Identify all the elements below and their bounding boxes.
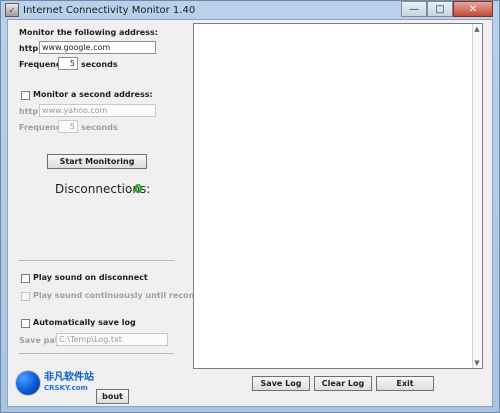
client-area: Monitor the following address: http:// w… [7, 19, 493, 407]
secondary-enable-checkbox[interactable] [21, 91, 30, 100]
secondary-address-input[interactable]: www.yahoo.com [39, 104, 156, 117]
watermark-en: CRSKY.com [44, 384, 88, 392]
disconnections-count: 0 [134, 182, 143, 196]
primary-monitor-label: Monitor the following address: [19, 28, 158, 37]
auto-save-log-label: Automatically save log [33, 318, 136, 327]
primary-address-input[interactable]: www.google.com [39, 41, 156, 54]
clear-log-button[interactable]: Clear Log [314, 376, 372, 391]
options-divider-top [19, 260, 174, 261]
watermark-cn: 非凡软件站 [44, 372, 94, 383]
start-monitoring-button[interactable]: Start Monitoring [47, 154, 147, 169]
log-panel[interactable]: ▲ ▼ [193, 23, 483, 369]
primary-frequency-input[interactable]: 5 [58, 57, 78, 70]
exit-button[interactable]: Exit [376, 376, 434, 391]
play-sound-label: Play sound on disconnect [33, 273, 148, 282]
secondary-frequency-unit: seconds [81, 123, 118, 132]
play-sound-checkbox[interactable] [21, 274, 30, 283]
window-title: Internet Connectivity Monitor 1.40 [23, 4, 196, 16]
log-scrollbar[interactable]: ▲ ▼ [472, 24, 482, 368]
close-button[interactable]: ✕ [453, 1, 493, 17]
play-sound-continuous-checkbox[interactable] [21, 292, 30, 301]
save-log-button[interactable]: Save Log [252, 376, 310, 391]
maximize-button[interactable]: □ [427, 1, 453, 17]
scroll-down-icon[interactable]: ▼ [472, 358, 482, 368]
save-path-input[interactable]: C:\Temp\Log.txt [56, 333, 168, 346]
title-bar: ✓ Internet Connectivity Monitor 1.40 — □… [1, 1, 499, 19]
app-icon: ✓ [5, 3, 19, 17]
auto-save-log-checkbox[interactable] [21, 319, 30, 328]
options-divider-bottom [19, 353, 174, 354]
scroll-up-icon[interactable]: ▲ [472, 24, 482, 34]
watermark-logo [16, 371, 40, 395]
secondary-monitor-label: Monitor a second address: [33, 90, 153, 99]
primary-frequency-unit: seconds [81, 60, 118, 69]
window-controls: — □ ✕ [401, 1, 493, 17]
app-window: ✓ Internet Connectivity Monitor 1.40 — □… [0, 0, 500, 413]
watermark-text: 非凡软件站 CRSKY.com [44, 373, 94, 393]
secondary-frequency-input[interactable]: 5 [58, 120, 78, 133]
minimize-button[interactable]: — [401, 1, 427, 17]
watermark: 非凡软件站 CRSKY.com [16, 370, 111, 396]
